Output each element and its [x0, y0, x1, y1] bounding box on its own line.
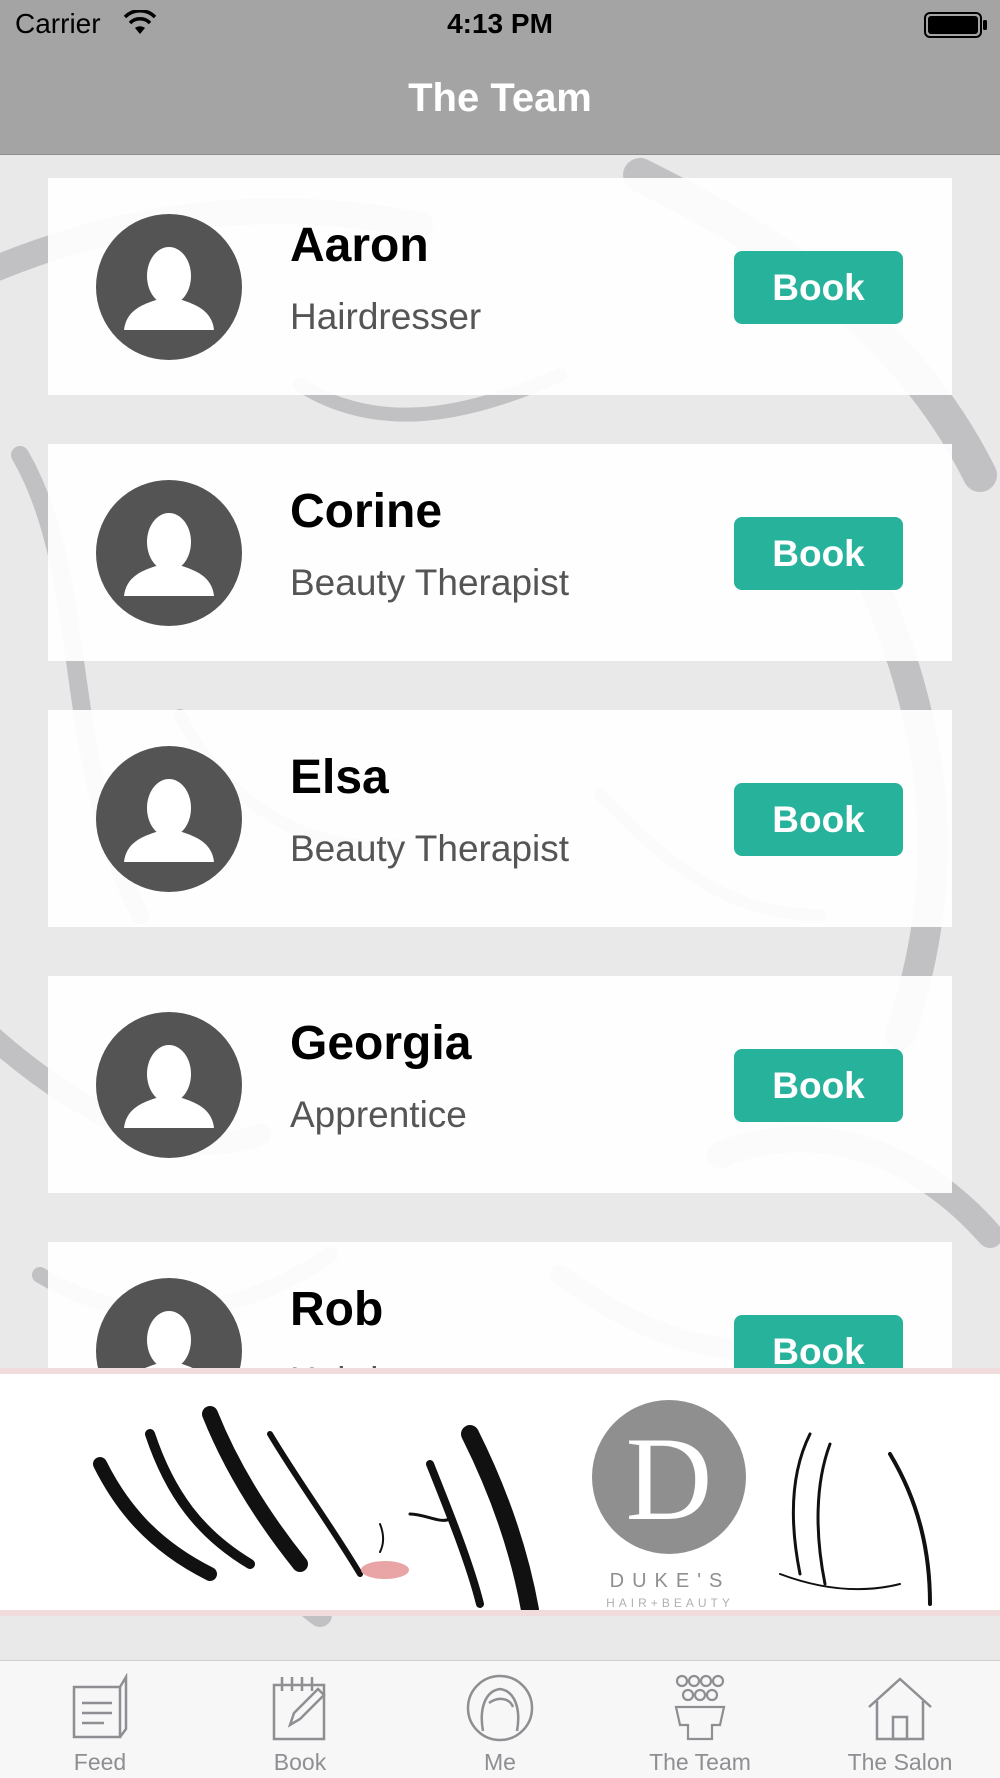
tab-label: Me [484, 1749, 516, 1775]
me-icon [465, 1673, 535, 1748]
book-button[interactable]: Book [734, 783, 903, 856]
avatar [96, 1012, 242, 1158]
person-icon [124, 247, 214, 330]
team-member-card[interactable]: Corine Beauty Therapist Book [48, 444, 952, 661]
salon-logo: D [592, 1400, 746, 1554]
member-name: Aaron [290, 219, 429, 272]
feed-icon [68, 1672, 132, 1748]
navigation-bar: The Team [0, 50, 1000, 155]
team-icon [668, 1673, 732, 1748]
salon-banner: D DUKE'S HAIR+BEAUTY [0, 1368, 1000, 1616]
tab-the-team[interactable]: The Team [600, 1661, 800, 1778]
avatar [96, 480, 242, 626]
member-name: Corine [290, 485, 443, 538]
book-button[interactable]: Book [734, 517, 903, 590]
member-name: Elsa [290, 751, 389, 804]
tab-label: Book [273, 1749, 327, 1775]
tab-label: Feed [73, 1749, 127, 1775]
tab-book[interactable]: Book [200, 1661, 400, 1778]
member-role: Hairdresser [290, 296, 482, 337]
avatar [96, 214, 242, 360]
tab-the-salon[interactable]: The Salon [800, 1661, 1000, 1778]
team-member-card[interactable]: Elsa Beauty Therapist Book [48, 710, 952, 927]
salon-icon [865, 1673, 935, 1748]
member-role: Apprentice [290, 1094, 467, 1135]
tab-me[interactable]: Me [400, 1661, 600, 1778]
logo-tagline: HAIR+BEAUTY [606, 1596, 734, 1610]
logo-letter: D [625, 1412, 713, 1545]
tab-feed[interactable]: Feed [0, 1661, 200, 1778]
status-bar: Carrier 4:13 PM [0, 0, 1000, 50]
member-role: Beauty Therapist [290, 562, 570, 603]
person-icon [124, 1045, 214, 1128]
member-name: Georgia [290, 1017, 472, 1070]
person-icon [124, 779, 214, 862]
member-role: Beauty Therapist [290, 828, 570, 869]
team-member-card[interactable]: Georgia Apprentice Book [48, 976, 952, 1193]
status-time: 4:13 PM [447, 8, 553, 39]
book-button[interactable]: Book [734, 251, 903, 324]
team-member-card[interactable]: Aaron Hairdresser Book [48, 178, 952, 395]
member-name: Rob [290, 1283, 384, 1336]
battery-icon [924, 11, 988, 46]
logo-name: DUKE'S [609, 1570, 731, 1592]
tab-label: The Salon [847, 1749, 953, 1775]
book-button[interactable]: Book [734, 1049, 903, 1122]
banner-illustration [93, 1406, 932, 1610]
team-list: Aaron Hairdresser Book Corine Beauty The… [48, 178, 952, 1508]
page-title: The Team [408, 76, 592, 120]
avatar [96, 746, 242, 892]
tab-label: The Team [649, 1749, 751, 1775]
tab-bar: Feed Book Me The Team The Salon [0, 1660, 1000, 1778]
book-icon [268, 1673, 332, 1748]
person-icon [124, 513, 214, 596]
